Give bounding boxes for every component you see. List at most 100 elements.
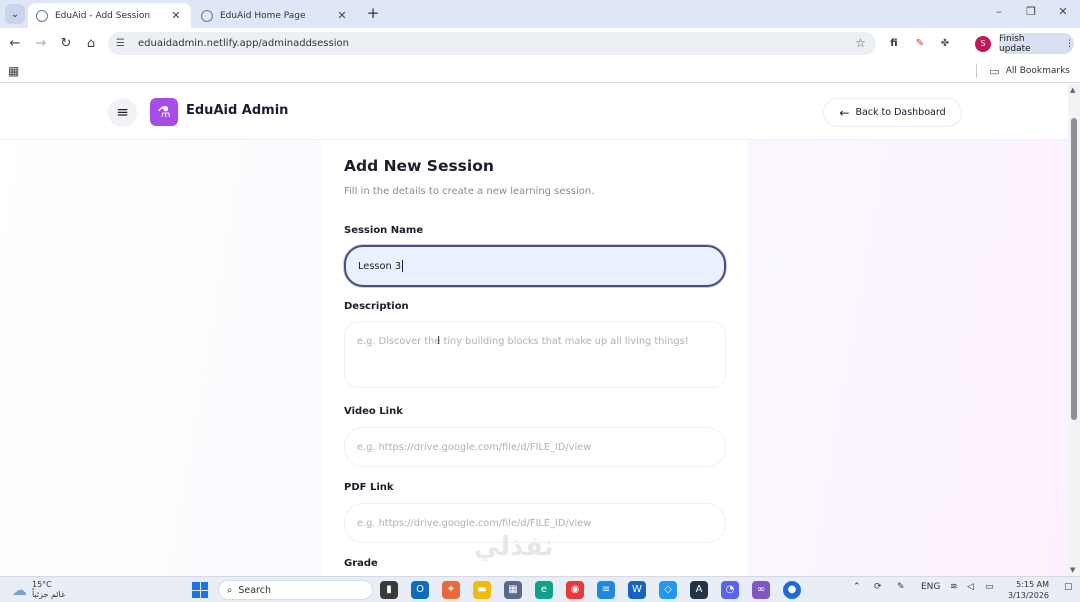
pen-extension-icon[interactable]: ✎ [913,37,927,51]
discord-icon[interactable]: ◔ [721,581,739,599]
form-title: Add New Session [344,157,494,175]
task-view-icon[interactable]: ▮ [380,581,398,599]
apps-grid-icon[interactable]: ▦ [8,64,19,78]
word-icon[interactable]: W [628,581,646,599]
cloud-weather-icon: ☁ [12,581,27,599]
pen-tray-icon[interactable]: ✎ [897,582,905,592]
minimize-icon[interactable]: – [989,5,1009,21]
session-name-value: Lesson 3 [358,260,402,272]
session-name-label: Session Name [344,225,424,236]
menu-hamburger-icon[interactable]: ≡ [108,98,137,127]
back-to-dashboard-button[interactable]: ← Back to Dashboard [823,98,962,127]
pdf-link-label: PDF Link [344,482,394,493]
address-bar[interactable]: ☰ eduaidadmin.netlify.app/adminaddsessio… [108,32,876,55]
volume-icon[interactable]: ◁ [967,582,974,592]
site-favicon-icon [36,9,48,22]
browser-toolbar: ← → ↻ ⌂ ☰ eduaidadmin.netlify.app/admina… [0,28,1080,59]
profile-avatar[interactable]: S [975,36,991,52]
start-windows-icon[interactable] [192,582,208,598]
reload-icon[interactable]: ↻ [57,35,75,53]
scroll-up-icon[interactable]: ▲ [1070,86,1075,94]
dev-app-icon[interactable]: ≡ [597,581,615,599]
extensions-puzzle-icon[interactable]: ✤ [938,37,952,51]
search-icon: ⌕ [227,584,233,596]
copilot-icon[interactable]: ✦ [442,581,460,599]
chrome-icon[interactable]: ◉ [566,581,584,599]
scroll-down-icon[interactable]: ▼ [1070,566,1075,574]
video-link-placeholder: e.g. https://drive.google.com/file/d/FIL… [357,441,592,453]
session-name-input[interactable]: Lesson 3 [344,245,726,287]
language-indicator[interactable]: ENG [921,582,940,592]
grade-label: Grade [344,558,378,569]
site-favicon-icon [201,9,213,22]
back-to-dashboard-label: Back to Dashboard [855,107,946,118]
app-header: ≡ ⚗ EduAid Admin ← Back to Dashboard [0,84,1068,140]
weather-desc: غائم جزئياً [32,590,66,599]
description-placeholder: e.g. Discover the tiny building blocks t… [357,336,689,347]
text-caret [402,260,404,272]
pdf-link-placeholder: e.g. https://drive.google.com/file/d/FIL… [357,517,592,529]
watermark: نفذلي [474,532,554,562]
close-tab-icon[interactable]: ✕ [335,9,349,22]
page-viewport: ≡ ⚗ EduAid Admin ← Back to Dashboard Add… [0,84,1080,576]
show-hidden-icons-icon[interactable]: ⌃ [853,582,861,592]
battery-icon[interactable]: ▭ [985,582,994,592]
weather-widget[interactable]: ☁ 15°C غائم جزئياً [12,580,65,600]
page-scrollbar[interactable]: ▲ ▼ [1068,84,1080,576]
description-textarea[interactable]: e.g. Discover the tiny building blocks t… [344,321,726,388]
tab-search-button[interactable]: ⌄ [5,4,25,24]
tab-title: EduAid Home Page [220,10,306,21]
text-cursor-icon: I [437,334,441,347]
sync-icon[interactable]: ⟳ [874,582,882,592]
browser-tab-strip: ⌄ EduAid - Add Session ✕ EduAid Home Pag… [0,0,1080,28]
flask-logo-icon: ⚗ [150,98,178,126]
vscode-icon[interactable]: ◇ [659,581,677,599]
brand-title: EduAid Admin [186,103,289,118]
file-explorer-icon[interactable]: ▬ [473,581,491,599]
finish-update-label: Finish update [999,33,1031,54]
calculator-icon[interactable]: ▦ [504,581,522,599]
more-vert-icon: ⋮ [1065,38,1074,49]
restore-icon[interactable]: ❐ [1021,5,1041,21]
forward-arrow-icon[interactable]: → [32,35,50,53]
tab-add-session[interactable]: EduAid - Add Session ✕ [28,3,191,28]
folder-icon: ▭ [989,64,1000,78]
edge-icon[interactable]: e [535,581,553,599]
android-studio-icon[interactable]: A [690,581,708,599]
search-label: Search [238,584,271,596]
site-info-icon[interactable]: ☰ [116,38,132,49]
close-window-icon[interactable]: ✕ [1053,5,1073,21]
add-session-form: Add New Session Fill in the details to c… [322,140,748,576]
description-label: Description [344,301,409,312]
new-tab-button[interactable]: + [364,5,382,23]
clock-date: 3/13/2026 [1008,591,1050,600]
weather-temp: 15°C [32,580,52,589]
notifications-icon[interactable]: ▢ [1064,582,1073,592]
tab-home-page[interactable]: EduAid Home Page ✕ [193,3,357,28]
extension-fi-icon[interactable]: fi [887,37,901,51]
close-tab-icon[interactable]: ✕ [169,9,183,22]
taskbar-search[interactable]: ⌕ Search [218,580,373,600]
wifi-icon[interactable]: ≋ [950,582,958,592]
arrow-left-icon: ← [839,105,850,120]
weather-text: 15°C غائم جزئياً [32,580,65,600]
outlook-icon[interactable]: O [411,581,429,599]
tab-title: EduAid - Add Session [55,10,151,21]
visual-studio-icon[interactable]: ∞ [752,581,770,599]
scrollbar-thumb[interactable] [1071,118,1077,420]
video-link-input[interactable]: e.g. https://drive.google.com/file/d/FIL… [344,427,726,467]
system-clock[interactable]: 5:15 AM 3/13/2026 [1008,579,1049,601]
divider [976,64,978,78]
video-link-label: Video Link [344,406,403,417]
home-icon[interactable]: ⌂ [82,35,100,53]
all-bookmarks-label: All Bookmarks [1005,66,1070,76]
bookmarks-bar: ▦ ▭ All Bookmarks [0,59,1080,83]
url-text: eduaidadmin.netlify.app/adminaddsession [138,38,349,49]
form-subtitle: Fill in the details to create a new lear… [344,186,595,197]
windows-taskbar: ☁ 15°C غائم جزئياً ⌕ Search ▮ O ✦ ▬ ▦ e … [0,576,1080,602]
back-arrow-icon[interactable]: ← [6,35,24,53]
zoom-icon[interactable]: ● [783,581,801,599]
bookmark-star-icon[interactable]: ☆ [855,36,866,50]
all-bookmarks-button[interactable]: ▭ All Bookmarks [976,64,1070,78]
finish-update-button[interactable]: Finish update ⋮ [999,33,1074,54]
